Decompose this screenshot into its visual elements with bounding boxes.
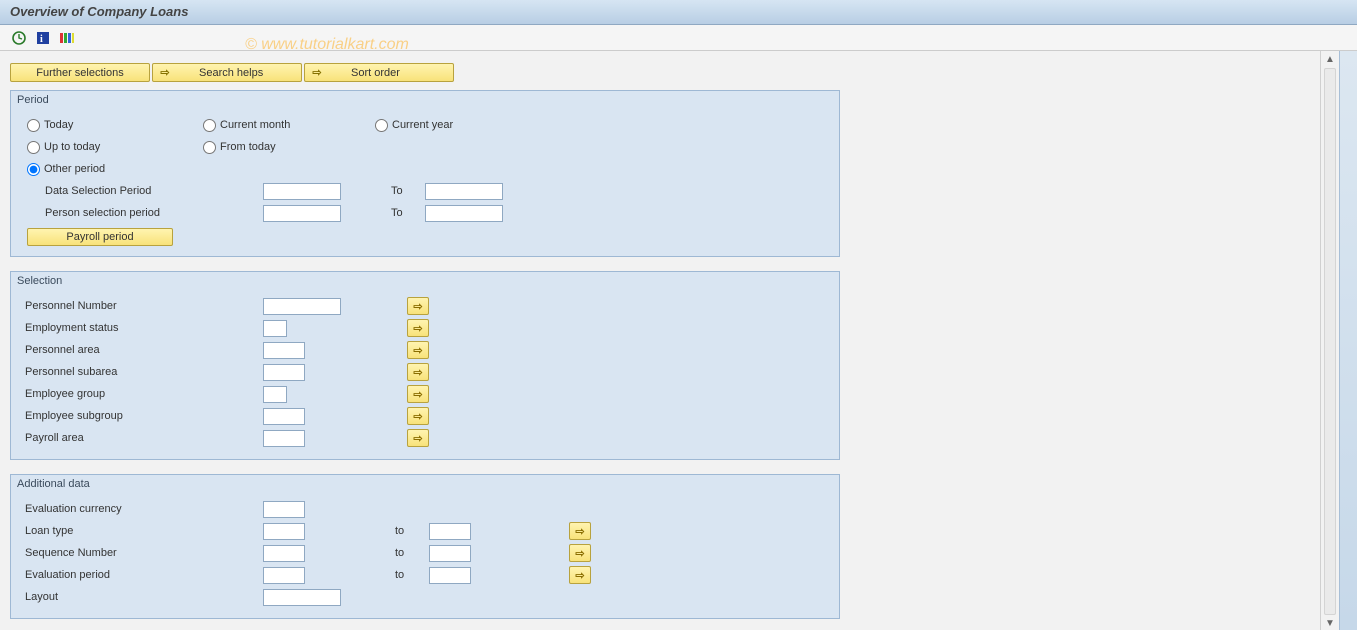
multi-select-button[interactable]: ⇨ bbox=[407, 297, 429, 315]
selection-input[interactable] bbox=[263, 408, 305, 425]
additional-from-input[interactable] bbox=[263, 545, 305, 562]
selection-input[interactable] bbox=[263, 386, 287, 403]
additional-to-input[interactable] bbox=[429, 545, 471, 562]
selection-buttons: Further selections ⇨ Search helps ⇨ Sort… bbox=[10, 63, 1310, 82]
layout-label: Layout bbox=[19, 591, 249, 603]
selection-label: Employee group bbox=[19, 388, 247, 400]
multi-select-button[interactable]: ⇨ bbox=[407, 341, 429, 359]
additional-to-label: to bbox=[395, 569, 429, 581]
selection-input[interactable] bbox=[263, 320, 287, 337]
radio-current-month[interactable] bbox=[203, 119, 216, 132]
arrow-right-icon: ⇨ bbox=[159, 66, 171, 79]
data-selection-from-input[interactable] bbox=[263, 183, 341, 200]
radio-current-year[interactable] bbox=[375, 119, 388, 132]
page-title: Overview of Company Loans bbox=[0, 0, 1357, 25]
data-selection-to-input[interactable] bbox=[425, 183, 503, 200]
radio-today-label: Today bbox=[44, 119, 73, 131]
multi-select-button[interactable]: ⇨ bbox=[569, 544, 591, 562]
svg-text:i: i bbox=[40, 34, 43, 45]
radio-up-to-today-label: Up to today bbox=[44, 141, 100, 153]
additional-from-input[interactable] bbox=[263, 523, 305, 540]
multi-select-button[interactable]: ⇨ bbox=[569, 566, 591, 584]
additional-to-input[interactable] bbox=[429, 567, 471, 584]
radio-current-month-label: Current month bbox=[220, 119, 290, 131]
additional-to-label: to bbox=[395, 525, 429, 537]
layout-input[interactable] bbox=[263, 589, 341, 606]
radio-other-period[interactable] bbox=[27, 163, 40, 176]
additional-label: Evaluation period bbox=[19, 569, 249, 581]
selection-label: Payroll area bbox=[19, 432, 247, 444]
further-selections-button[interactable]: Further selections bbox=[10, 63, 150, 82]
person-selection-to-input[interactable] bbox=[425, 205, 503, 222]
radio-other-period-label: Other period bbox=[44, 163, 105, 175]
eval-currency-input[interactable] bbox=[263, 501, 305, 518]
additional-to-label: to bbox=[395, 547, 429, 559]
execute-icon[interactable] bbox=[10, 29, 28, 47]
data-to-label: To bbox=[391, 185, 425, 197]
selection-input[interactable] bbox=[263, 298, 341, 315]
sort-order-button[interactable]: ⇨ Sort order bbox=[304, 63, 454, 82]
vertical-scrollbar[interactable]: ▲ ▼ bbox=[1320, 51, 1339, 630]
multi-select-button[interactable]: ⇨ bbox=[407, 407, 429, 425]
radio-current-year-label: Current year bbox=[392, 119, 453, 131]
period-title: Period bbox=[11, 91, 839, 112]
payroll-period-button[interactable]: Payroll period bbox=[27, 228, 173, 246]
multi-select-button[interactable]: ⇨ bbox=[569, 522, 591, 540]
search-helps-button[interactable]: ⇨ Search helps bbox=[152, 63, 302, 82]
radio-from-today-label: From today bbox=[220, 141, 276, 153]
selection-label: Employment status bbox=[19, 322, 247, 334]
selection-input[interactable] bbox=[263, 430, 305, 447]
radio-today[interactable] bbox=[27, 119, 40, 132]
eval-currency-label: Evaluation currency bbox=[19, 503, 249, 515]
additional-label: Sequence Number bbox=[19, 547, 249, 559]
selection-input[interactable] bbox=[263, 364, 305, 381]
selection-label: Personnel area bbox=[19, 344, 247, 356]
selection-title: Selection bbox=[11, 272, 839, 293]
info-icon[interactable]: i bbox=[34, 29, 52, 47]
scroll-track[interactable] bbox=[1324, 68, 1336, 615]
multi-select-button[interactable]: ⇨ bbox=[407, 363, 429, 381]
bars-icon[interactable] bbox=[58, 29, 76, 47]
multi-select-button[interactable]: ⇨ bbox=[407, 385, 429, 403]
arrow-right-icon: ⇨ bbox=[311, 66, 323, 79]
sort-order-label: Sort order bbox=[351, 67, 400, 79]
search-helps-label: Search helps bbox=[199, 67, 263, 79]
period-group: Period Today Current month Current year … bbox=[10, 90, 840, 257]
multi-select-button[interactable]: ⇨ bbox=[407, 319, 429, 337]
selection-label: Personnel subarea bbox=[19, 366, 247, 378]
additional-group: Additional data Evaluation currency Loan… bbox=[10, 474, 840, 619]
toolbar: i bbox=[0, 25, 1357, 51]
window-edge bbox=[1339, 51, 1357, 630]
selection-label: Employee subgroup bbox=[19, 410, 247, 422]
selection-label: Personnel Number bbox=[19, 300, 247, 312]
scroll-down-icon[interactable]: ▼ bbox=[1325, 617, 1335, 630]
radio-from-today[interactable] bbox=[203, 141, 216, 154]
selection-input[interactable] bbox=[263, 342, 305, 359]
additional-from-input[interactable] bbox=[263, 567, 305, 584]
radio-up-to-today[interactable] bbox=[27, 141, 40, 154]
additional-title: Additional data bbox=[11, 475, 839, 496]
multi-select-button[interactable]: ⇨ bbox=[407, 429, 429, 447]
additional-label: Loan type bbox=[19, 525, 249, 537]
person-selection-from-input[interactable] bbox=[263, 205, 341, 222]
scroll-up-icon[interactable]: ▲ bbox=[1325, 53, 1335, 66]
person-to-label: To bbox=[391, 207, 425, 219]
additional-to-input[interactable] bbox=[429, 523, 471, 540]
person-selection-label: Person selection period bbox=[19, 207, 235, 219]
data-selection-label: Data Selection Period bbox=[19, 185, 235, 197]
selection-group: Selection Personnel Number ⇨ Employment st… bbox=[10, 271, 840, 460]
